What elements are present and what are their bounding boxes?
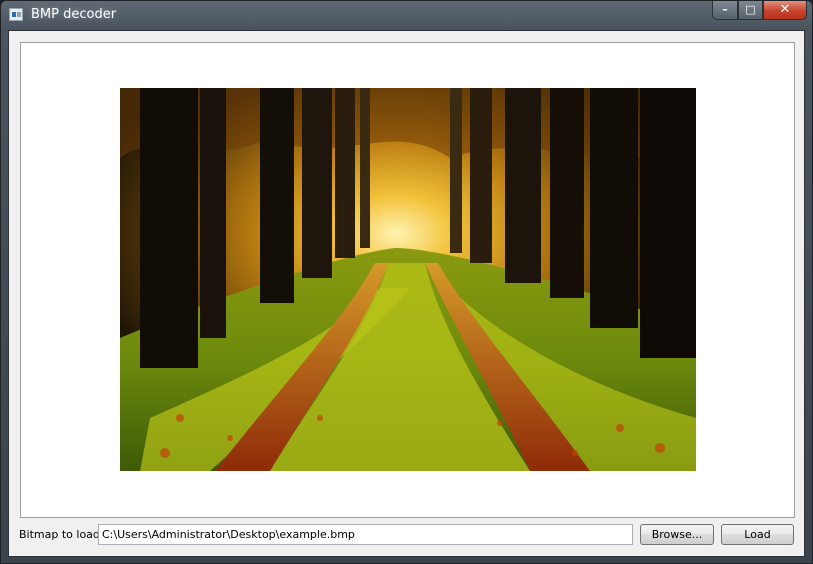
close-button[interactable]: ✕ (763, 1, 807, 20)
maximize-button[interactable]: □ (738, 1, 763, 20)
app-window: BMP decoder – □ ✕ Bitmap to load: C:\Use… (0, 0, 813, 564)
close-icon: ✕ (779, 2, 791, 17)
window-title: BMP decoder (31, 7, 117, 22)
minimize-button[interactable]: – (712, 1, 738, 20)
minimize-icon: – (722, 3, 728, 16)
client-area: Bitmap to load: C:\Users\Administrator\D… (8, 30, 805, 557)
decoded-bitmap-image (120, 88, 696, 471)
bitmap-path-label: Bitmap to load: (19, 528, 104, 541)
image-frame (20, 42, 795, 518)
forest-path-picture (120, 88, 696, 471)
caption-buttons: – □ ✕ (712, 1, 807, 21)
title-bar[interactable]: BMP decoder – □ ✕ (1, 1, 812, 29)
loader-row: Bitmap to load: C:\Users\Administrator\D… (9, 524, 804, 546)
app-window-icon[interactable] (9, 8, 23, 21)
load-button[interactable]: Load (721, 524, 794, 545)
maximize-icon: □ (745, 3, 756, 16)
browse-button[interactable]: Browse... (640, 524, 714, 545)
bitmap-path-input[interactable]: C:\Users\Administrator\Desktop\example.b… (98, 524, 633, 545)
